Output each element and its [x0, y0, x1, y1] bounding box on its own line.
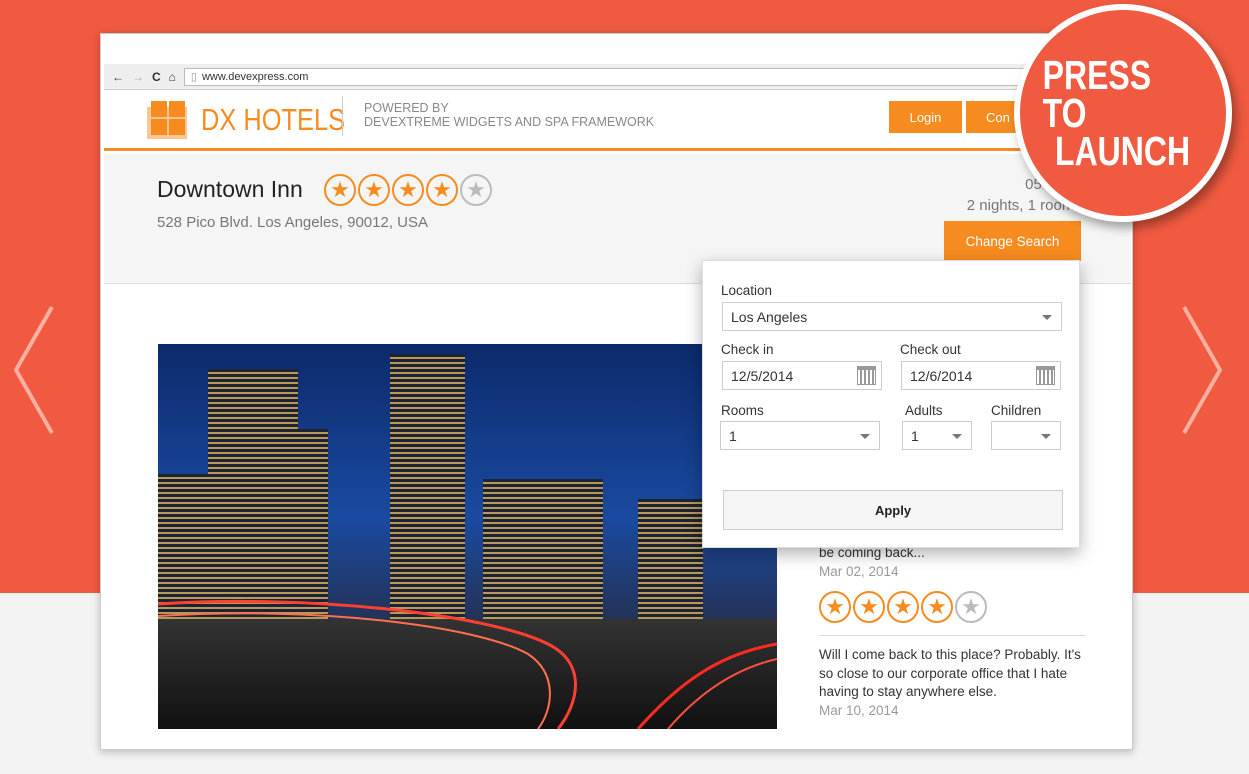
light-trail [667, 658, 777, 729]
home-icon[interactable]: ⌂ [169, 70, 176, 84]
rooms-label: Rooms [721, 403, 764, 418]
page-icon: ▯ [190, 71, 197, 83]
powered-line-1: POWERED BY [364, 101, 449, 115]
star-filled-icon: ★ [324, 174, 356, 206]
chevron-down-icon [1042, 315, 1052, 320]
star-filled-icon: ★ [392, 174, 424, 206]
login-button[interactable]: Login [889, 101, 962, 133]
children-select[interactable] [991, 421, 1061, 450]
rooms-select[interactable]: 1 [720, 421, 880, 450]
back-icon[interactable]: ← [112, 70, 124, 84]
previous-slide-chevron-icon[interactable] [10, 305, 60, 435]
hotel-rating: ★ ★ ★ ★ ★ [324, 174, 492, 206]
hotel-name: Downtown Inn [157, 176, 303, 202]
review-rating: ★ ★ ★ ★ ★ [819, 591, 1086, 623]
rooms-value: 1 [729, 427, 737, 444]
calendar-icon[interactable] [1036, 366, 1055, 385]
star-filled-icon: ★ [358, 174, 390, 206]
hotel-address: 528 Pico Blvd. Los Angeles, 90012, USA [157, 214, 429, 231]
light-trail [636, 642, 777, 729]
checkin-label: Check in [721, 342, 774, 357]
calendar-icon[interactable] [857, 366, 876, 385]
apply-button[interactable]: Apply [723, 490, 1063, 530]
light-trail [158, 599, 577, 729]
location-label: Location [721, 283, 773, 298]
review-date: Mar 02, 2014 [819, 563, 899, 579]
adults-label: Adults [905, 403, 943, 418]
url-text: www.devexpress.com [201, 70, 309, 83]
change-search-button[interactable]: Change Search [944, 221, 1081, 261]
checkout-label: Check out [900, 342, 961, 357]
children-label: Children [991, 403, 1042, 418]
checkin-value: 12/5/2014 [731, 367, 794, 384]
adults-value: 1 [911, 427, 919, 444]
logo-text: DX HOTELS [201, 102, 346, 137]
next-slide-chevron-icon[interactable] [1178, 305, 1228, 435]
star-filled-icon: ★ [887, 591, 919, 623]
powered-by: POWERED BY DEVEXTREME WIDGETS AND SPA FRA… [364, 101, 654, 129]
chevron-down-icon [952, 434, 962, 439]
forward-icon[interactable]: → [132, 70, 144, 84]
star-filled-icon: ★ [426, 174, 458, 206]
search-popup: Location Los Angeles Check in 12/5/2014 … [702, 260, 1080, 548]
powered-line-2: DEVEXTREME WIDGETS AND SPA FRAMEWORK [364, 115, 655, 129]
chevron-down-icon [1041, 434, 1051, 439]
star-filled-icon: ★ [819, 591, 851, 623]
light-trails [158, 599, 777, 729]
press-to-launch-button[interactable]: PRESS TO LAUNCH [1014, 4, 1232, 222]
hotel-photo[interactable] [158, 344, 777, 729]
location-value: Los Angeles [731, 308, 808, 325]
review-text: Will I come back to this place? Probably… [819, 635, 1086, 702]
light-trail [158, 612, 551, 729]
reload-icon[interactable]: C [152, 70, 161, 84]
address-bar[interactable]: ▯ www.devexpress.com [183, 67, 1131, 86]
checkout-value: 12/6/2014 [910, 367, 973, 384]
adults-select[interactable]: 1 [902, 421, 972, 450]
logo-icon [147, 101, 187, 139]
location-select[interactable]: Los Angeles [722, 302, 1062, 331]
browser-toolbar: ← → C ⌂ ▯ www.devexpress.com [104, 64, 1131, 90]
checkin-datebox[interactable]: 12/5/2014 [722, 361, 882, 390]
launch-line-2: LAUNCH [1055, 128, 1191, 174]
divider [342, 96, 343, 136]
star-empty-icon: ★ [460, 174, 492, 206]
launch-line-1: PRESS TO [1042, 52, 1152, 136]
checkout-datebox[interactable]: 12/6/2014 [901, 361, 1061, 390]
site-header: DX HOTELS POWERED BY DEVEXTREME WIDGETS A… [104, 91, 1131, 151]
star-filled-icon: ★ [853, 591, 885, 623]
chevron-down-icon [860, 434, 870, 439]
review-date: Mar 10, 2014 [819, 702, 899, 718]
star-empty-icon: ★ [955, 591, 987, 623]
star-filled-icon: ★ [921, 591, 953, 623]
